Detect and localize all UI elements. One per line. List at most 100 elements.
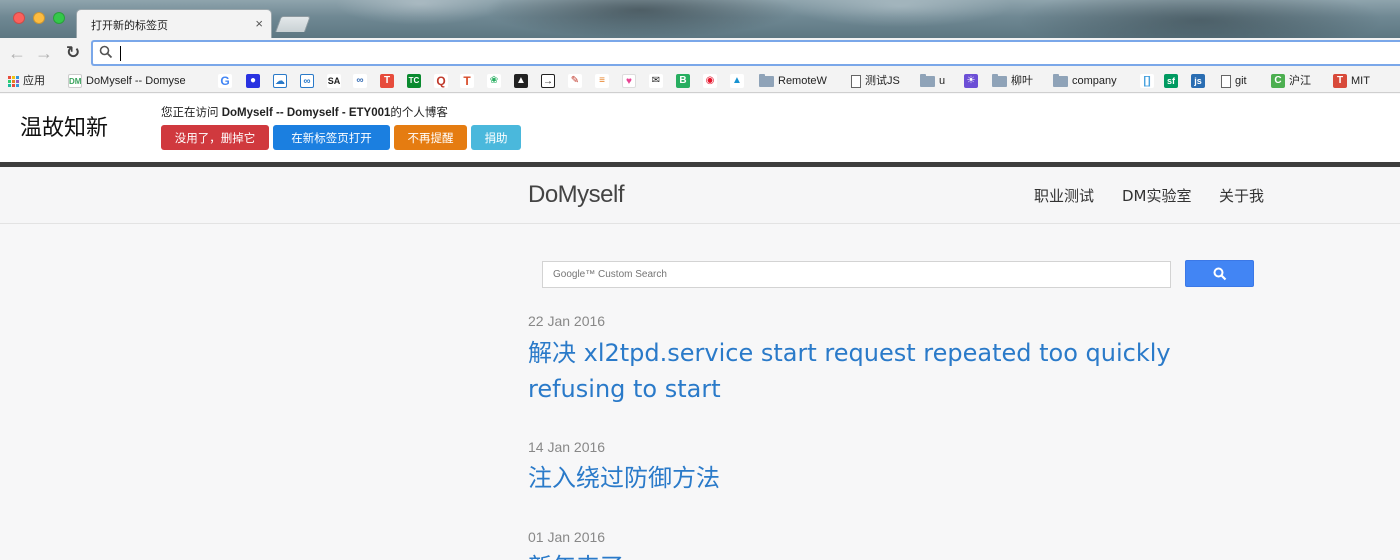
bookmark-mit[interactable]: T MIT <box>1333 73 1370 89</box>
tc-icon: TC <box>407 74 421 88</box>
arch-icon: ▲ <box>730 74 744 88</box>
hello-kitty-icon: ♥ <box>622 74 636 88</box>
zoom-window-button[interactable] <box>53 12 65 24</box>
bookmark-js[interactable]: js <box>1191 73 1205 89</box>
folder-icon <box>920 73 935 87</box>
bookmark-sf[interactable]: sf <box>1164 73 1178 89</box>
bookmark-arrow-box[interactable]: → <box>541 73 555 89</box>
b-green-icon: B <box>676 74 690 88</box>
tab-close-icon[interactable]: × <box>255 16 263 31</box>
donate-button[interactable]: 捐助 <box>471 125 521 150</box>
bookmark-remotew[interactable]: RemoteW <box>759 73 827 89</box>
google-custom-search-box[interactable] <box>542 261 1171 288</box>
no-remind-button[interactable]: 不再提醒 <box>394 125 467 150</box>
q-icon: Q <box>434 74 448 88</box>
delete-bookmark-button[interactable]: 没用了，删掉它 <box>161 125 269 150</box>
bookmark-tc[interactable]: TC <box>407 73 421 89</box>
bookmark-liuye[interactable]: 柳叶 <box>992 73 1033 89</box>
bookmark-q[interactable]: Q <box>434 73 448 89</box>
notice-site-name: DoMyself -- Domyself - ETY001 <box>221 107 391 119</box>
google-g-icon: G <box>218 74 232 88</box>
folder-icon <box>992 73 1007 87</box>
post-date: 22 Jan 2016 <box>528 313 606 329</box>
bookmark-mail[interactable]: ✉ <box>649 73 663 89</box>
address-input[interactable] <box>119 44 1389 62</box>
nav-dm-lab[interactable]: DM实验室 <box>1122 185 1192 206</box>
reload-icon[interactable]: ↻ <box>63 43 83 63</box>
bookmark-domyself[interactable]: DM DoMyself -- Domyse <box>68 73 198 89</box>
bookmark-label: u <box>939 75 946 87</box>
open-new-tab-button[interactable]: 在新标签页打开 <box>273 125 390 150</box>
bookmark-google[interactable]: G <box>218 73 232 89</box>
nav-career-test[interactable]: 职业测试 <box>1034 185 1094 206</box>
baidu-paw-icon: ● <box>246 74 260 88</box>
bookmark-b-green[interactable]: B <box>676 73 690 89</box>
tab-title: 打开新的标签页 <box>91 20 168 32</box>
bookmark-link[interactable]: ∞ <box>353 73 367 89</box>
text-caret <box>120 46 121 61</box>
bookmark-baidu[interactable]: ● <box>246 73 260 89</box>
arrow-box-icon: → <box>541 74 555 88</box>
search-button[interactable] <box>1185 260 1254 287</box>
mountain-icon: ▲ <box>514 74 528 88</box>
bookmark-stack[interactable]: ≡ <box>595 73 609 89</box>
t-icon: T <box>460 74 474 88</box>
back-arrow-icon[interactable]: ← <box>7 43 27 63</box>
bookmark-mountain[interactable]: ▲ <box>514 73 528 89</box>
bookmark-label: company <box>1072 75 1117 87</box>
bookmark-label: 沪江 <box>1289 75 1311 87</box>
link-icon: ∞ <box>353 74 367 88</box>
post-title-link[interactable]: 注入绕过防御方法 <box>528 460 1268 496</box>
bookmark-cloud-2[interactable]: ∞ <box>300 73 314 89</box>
cloud-icon-2: ∞ <box>300 74 314 88</box>
bookmark-pen[interactable]: ✎ <box>568 73 582 89</box>
forward-arrow-icon[interactable]: → <box>34 43 54 63</box>
nav-about-me[interactable]: 关于我 <box>1219 185 1264 206</box>
bookmark-t[interactable]: T <box>460 73 474 89</box>
site-logo[interactable]: DoMyself <box>528 181 625 209</box>
search-input[interactable] <box>543 262 1170 287</box>
mit-t-icon: T <box>1333 74 1347 88</box>
bookmark-bracket[interactable]: [] <box>1140 73 1154 89</box>
bookmark-company[interactable]: company <box>1053 73 1117 89</box>
dm-favicon-icon: DM <box>68 74 82 88</box>
bookmark-cloud[interactable]: ☁ <box>273 73 287 89</box>
bookmark-u[interactable]: u <box>920 73 945 89</box>
notice-brand: 温故知新 <box>20 116 109 141</box>
bookmark-arch[interactable]: ▲ <box>730 73 744 89</box>
revisit-notice-bar: 温故知新 您正在访问 DoMyself -- Domyself - ETY001… <box>0 94 1400 162</box>
bookmark-label: git <box>1235 75 1247 87</box>
bookmark-label: 测试JS <box>865 75 900 87</box>
bookmark-label: 柳叶 <box>1011 75 1033 87</box>
bookmark-t-red[interactable]: T <box>380 73 394 89</box>
bookmark-leaf[interactable]: ❀ <box>487 73 501 89</box>
sf-icon: sf <box>1164 74 1178 88</box>
bookmark-apps[interactable]: 应用 <box>8 73 45 89</box>
post-title-link[interactable]: 新年来了 <box>528 549 1268 560</box>
leaf-icon: ❀ <box>487 74 501 88</box>
notice-message: 您正在访问 DoMyself -- Domyself - ETY001的个人博客 <box>161 107 448 119</box>
apps-grid-icon <box>8 75 19 87</box>
page-icon <box>1221 74 1231 88</box>
js-icon: js <box>1191 74 1205 88</box>
sa-icon: SA <box>327 74 341 88</box>
tab-new-tab[interactable]: 打开新的标签页 × <box>76 9 272 38</box>
bookmark-git[interactable]: git <box>1221 73 1247 89</box>
purple-app-icon: ☀ <box>964 74 978 88</box>
post-date: 14 Jan 2016 <box>528 439 606 455</box>
bookmarks-bar: 应用 DM DoMyself -- Domyse G ● ☁ ∞ SA ∞ T … <box>0 69 1400 93</box>
bookmark-test-js[interactable]: 测试JS <box>851 73 900 89</box>
t-red-icon: T <box>380 74 394 88</box>
bookmark-hujiang[interactable]: C 沪江 <box>1271 73 1311 89</box>
minimize-window-button[interactable] <box>33 12 45 24</box>
bookmark-weibo[interactable]: ◉ <box>703 73 717 89</box>
bookmark-purple-app[interactable]: ☀ <box>964 73 978 89</box>
close-window-button[interactable] <box>13 12 25 24</box>
browser-toolbar: ← → ↻ <box>0 38 1400 69</box>
bookmark-sa[interactable]: SA <box>327 73 341 89</box>
bookmark-kitty[interactable]: ♥ <box>622 73 636 89</box>
new-tab-button[interactable] <box>275 16 311 32</box>
post-title-link[interactable]: 解决 xl2tpd.service start request repeated… <box>528 335 1268 407</box>
address-bar[interactable] <box>91 40 1400 66</box>
page-icon <box>851 74 861 88</box>
